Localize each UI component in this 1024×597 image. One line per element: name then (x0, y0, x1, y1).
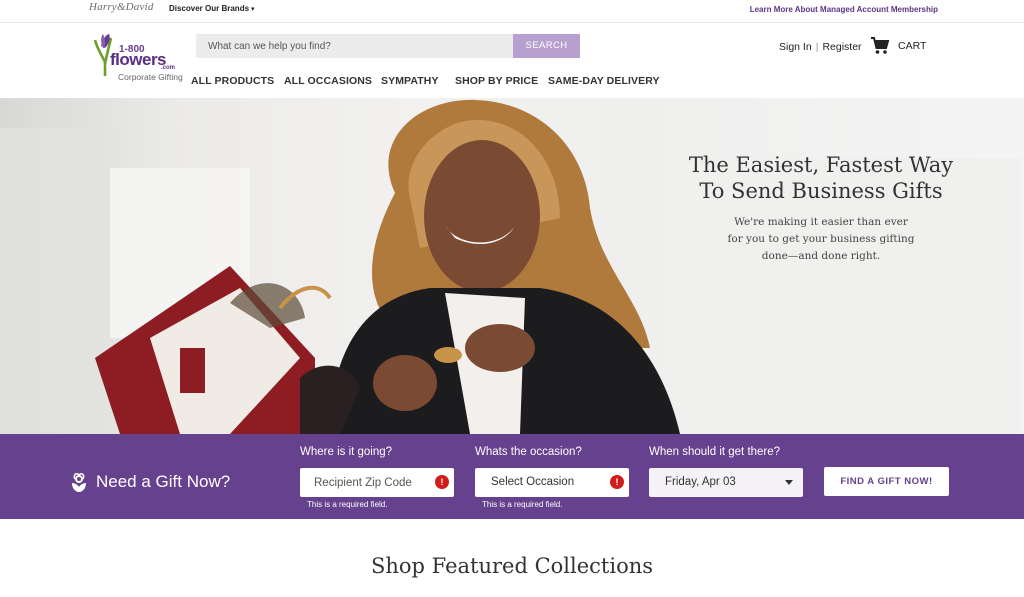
chevron-down-icon: ▾ (251, 6, 255, 13)
zip-code-input[interactable] (300, 468, 425, 497)
harry-and-david-logo[interactable]: Harry&David (89, 1, 154, 13)
search-button[interactable]: SEARCH (513, 34, 580, 58)
zip-error-message: This is a required field. (307, 500, 388, 509)
gift-finder-title: Need a Gift Now? (96, 472, 231, 491)
hero-title: The Easiest, Fastest Way To Send Busines… (640, 152, 1002, 204)
hero-subtitle-line: We're making it easier than ever (734, 216, 908, 228)
chevron-down-icon (785, 480, 793, 485)
cart-label: CART (898, 40, 927, 52)
search-input[interactable] (196, 34, 513, 58)
gift-finder-bar: Need a Gift Now? Where is it going? ! Th… (0, 434, 1024, 519)
error-icon: ! (435, 475, 449, 489)
site-logo[interactable]: 1-800 flowers .com Corporate Gifting (91, 32, 187, 82)
hero-title-line: To Send Business Gifts (699, 179, 943, 203)
find-gift-button[interactable]: FIND A GIFT NOW! (824, 467, 949, 496)
logo-word: flowers (110, 50, 167, 69)
date-value: Friday, Apr 03 (665, 476, 736, 488)
register-link[interactable]: Register (822, 41, 861, 53)
cart-icon (871, 37, 890, 54)
flower-gift-icon (72, 473, 86, 492)
occasion-value: Select Occasion (491, 476, 575, 488)
utility-bar: Harry&David Discover Our Brands ▾ Learn M… (0, 0, 1024, 23)
sign-in-link[interactable]: Sign In (779, 41, 812, 53)
hero-title-line: The Easiest, Fastest Way (688, 153, 954, 177)
nav-all-products[interactable]: ALL PRODUCTS (191, 75, 284, 87)
hero-subtitle-line: for you to get your business gifting (727, 233, 915, 245)
hero-subtitle: We're making it easier than ever for you… (700, 214, 942, 265)
account-links: Sign In | Register (779, 41, 862, 53)
nav-shop-by-price[interactable]: SHOP BY PRICE (455, 75, 548, 87)
nav-all-occasions[interactable]: ALL OCCASIONS (284, 75, 381, 87)
nav-sympathy[interactable]: SYMPATHY (381, 75, 455, 87)
error-icon: ! (610, 475, 624, 489)
date-label: When should it get there? (649, 446, 781, 458)
cart-button[interactable]: CART (870, 37, 926, 55)
occasion-error-message: This is a required field. (482, 500, 563, 509)
nav-same-day-delivery[interactable]: SAME-DAY DELIVERY (548, 75, 660, 87)
hero-banner: The Easiest, Fastest Way To Send Busines… (0, 98, 1024, 434)
hero-subtitle-line: done—and done right. (761, 250, 881, 262)
site-header: 1-800 flowers .com Corporate Gifting SEA… (0, 23, 1024, 99)
zip-code-field[interactable]: ! (300, 468, 454, 497)
zip-label: Where is it going? (300, 446, 393, 458)
divider: | (815, 41, 819, 53)
featured-collections-heading: Shop Featured Collections (370, 554, 654, 578)
managed-account-link[interactable]: Learn More About Managed Account Members… (750, 5, 938, 14)
hero-photo-woman-with-gift-box (95, 99, 680, 434)
main-nav: ALL PRODUCTS ALL OCCASIONS SYMPATHY SHOP… (191, 75, 660, 87)
discover-brands-dropdown[interactable]: Discover Our Brands ▾ (169, 4, 255, 13)
logo-dotcom: .com (161, 65, 176, 71)
discover-brands-label: Discover Our Brands (169, 4, 250, 13)
occasion-label: Whats the occasion? (475, 446, 582, 458)
occasion-select[interactable]: Select Occasion ! (475, 468, 629, 497)
logo-subtitle: Corporate Gifting (118, 72, 183, 82)
delivery-date-select[interactable]: Friday, Apr 03 (649, 468, 803, 497)
